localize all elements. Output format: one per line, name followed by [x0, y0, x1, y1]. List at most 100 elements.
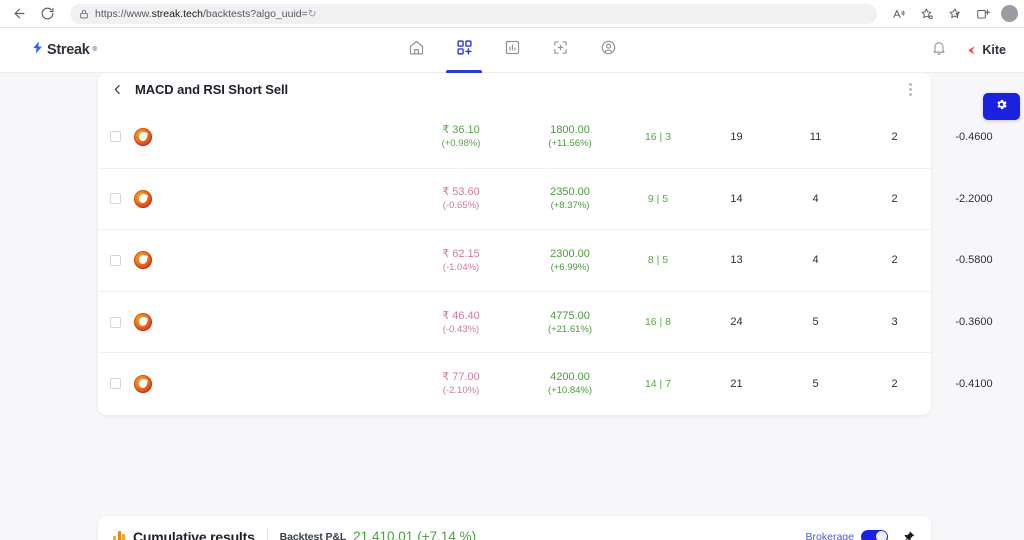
win-loss-cell: 9 | 5 — [619, 193, 697, 205]
pnl-cell: 4200.00 (+10.84%) — [521, 370, 619, 397]
streak-logo-text: Streak — [47, 42, 90, 58]
table-row[interactable]: ₹ 36.10 (+0.98%) 1800.00 (+11.56%) 16 | … — [98, 106, 931, 168]
table-row[interactable]: ₹ 62.15 (-1.04%) 2300.00 (+6.99%) 8 | 5 … — [98, 229, 931, 291]
max-dd-cell: -0.4100 — [934, 378, 1014, 390]
nav-item-create[interactable] — [440, 28, 488, 73]
max-dd-cell: -2.2000 — [934, 193, 1014, 205]
backtest-pnl-label: Backtest P&L — [280, 531, 347, 540]
pnl-cell: 1800.00 (+11.56%) — [521, 123, 619, 150]
price-cell: ₹ 62.15 (-1.04%) — [401, 247, 521, 274]
win-loss-cell: 14 | 7 — [619, 378, 697, 390]
page-body: MACD and RSI Short Sell ₹ 36.10 (+0.98%)… — [0, 73, 1024, 540]
grid-plus-icon — [456, 39, 473, 61]
bar-chart-icon — [113, 530, 125, 540]
table-row[interactable]: ₹ 46.40 (-0.43%) 4775.00 (+21.61%) 16 | … — [98, 291, 931, 353]
backtest-pnl-value: 21,410.01 — [353, 529, 413, 540]
read-aloud-icon[interactable] — [885, 3, 912, 25]
gear-icon — [995, 98, 1008, 116]
signals-cell: 14 — [697, 193, 776, 205]
app-header: Streak ® — [0, 28, 1024, 73]
nav-item-account[interactable] — [584, 28, 632, 73]
cumulative-title: Cumulative results — [133, 529, 255, 540]
cumulative-header-actions: Brokerage — [806, 530, 915, 540]
pnl-cell: 2350.00 (+8.37%) — [521, 185, 619, 212]
price-cell: ₹ 53.60 (-0.65%) — [401, 185, 521, 212]
backtest-results-card: MACD and RSI Short Sell ₹ 36.10 (+0.98%)… — [98, 73, 931, 415]
trademark-symbol: ® — [93, 47, 97, 53]
chevron-left-icon[interactable] — [111, 83, 124, 96]
nav-item-scan[interactable] — [536, 28, 584, 73]
collections-icon[interactable] — [941, 3, 968, 25]
scanner-plus-icon — [552, 39, 569, 61]
losses-cell: 2 — [855, 254, 934, 266]
table-row[interactable]: ₹ 77.00 (-2.10%) 4200.00 (+10.84%) 14 | … — [98, 352, 931, 414]
price-cell: ₹ 46.40 (-0.43%) — [401, 309, 521, 336]
back-arrow-icon[interactable] — [6, 3, 32, 25]
settings-fab[interactable] — [983, 93, 1020, 120]
bar-chart-icon — [504, 39, 521, 61]
icici-logo-icon — [134, 375, 152, 393]
address-bar-url: https://www.streak.tech/backtests?algo_u… — [95, 8, 317, 20]
icici-logo-icon — [134, 251, 152, 269]
page-title: MACD and RSI Short Sell — [135, 82, 288, 97]
broker-kite-button[interactable]: Kite — [964, 43, 1006, 57]
losses-cell: 3 — [855, 316, 934, 328]
signals-cell: 13 — [697, 254, 776, 266]
win-loss-cell: 8 | 5 — [619, 254, 697, 266]
divider — [267, 528, 268, 540]
pnl-cell: 4775.00 (+21.61%) — [521, 309, 619, 336]
reload-icon[interactable] — [34, 3, 60, 25]
wins-cell: 5 — [776, 378, 855, 390]
cumulative-header: Cumulative results Backtest P&L 21,410.0… — [98, 516, 931, 540]
signals-cell: 24 — [697, 316, 776, 328]
win-loss-cell: 16 | 3 — [619, 131, 697, 143]
icici-logo-icon — [134, 190, 152, 208]
icici-logo-icon — [134, 128, 152, 146]
kebab-menu-icon[interactable] — [906, 79, 915, 100]
cumulative-results-card: Cumulative results Backtest P&L 21,410.0… — [98, 516, 931, 540]
split-screen-icon[interactable] — [969, 3, 996, 25]
max-dd-cell: -0.4600 — [934, 131, 1014, 143]
row-checkbox[interactable] — [110, 193, 121, 204]
lock-icon — [79, 9, 89, 19]
max-dd-cell: -0.3600 — [934, 316, 1014, 328]
brokerage-toggle[interactable] — [861, 530, 888, 540]
row-checkbox[interactable] — [110, 317, 121, 328]
pin-icon[interactable] — [901, 530, 915, 540]
home-icon — [408, 39, 425, 61]
win-loss-cell: 16 | 8 — [619, 316, 697, 328]
broker-name: Kite — [982, 43, 1006, 57]
price-cell: ₹ 77.00 (-2.10%) — [401, 370, 521, 397]
address-bar[interactable]: https://www.streak.tech/backtests?algo_u… — [70, 4, 877, 24]
user-circle-icon — [600, 39, 617, 61]
wins-cell: 4 — [776, 193, 855, 205]
header-right-actions: Kite — [931, 40, 1006, 61]
losses-cell: 2 — [855, 378, 934, 390]
row-checkbox[interactable] — [110, 255, 121, 266]
row-checkbox[interactable] — [110, 131, 121, 142]
max-dd-cell: -0.5800 — [934, 254, 1014, 266]
row-checkbox[interactable] — [110, 378, 121, 389]
browser-toolbar: https://www.streak.tech/backtests?algo_u… — [0, 0, 1024, 28]
bell-icon[interactable] — [931, 40, 947, 61]
add-favorite-icon[interactable] — [913, 3, 940, 25]
nav-item-analytics[interactable] — [488, 28, 536, 73]
losses-cell: 2 — [855, 193, 934, 205]
icici-logo-icon — [134, 313, 152, 331]
nav-item-home[interactable] — [392, 28, 440, 73]
results-table: ₹ 36.10 (+0.98%) 1800.00 (+11.56%) 16 | … — [98, 106, 931, 414]
lightning-bolt-icon — [31, 40, 44, 60]
kite-logo-icon — [964, 44, 977, 57]
price-cell: ₹ 36.10 (+0.98%) — [401, 123, 521, 150]
main-navigation — [392, 28, 632, 73]
wins-cell: 5 — [776, 316, 855, 328]
results-card-header: MACD and RSI Short Sell — [98, 73, 931, 106]
table-row[interactable]: ₹ 53.60 (-0.65%) 2350.00 (+8.37%) 9 | 5 … — [98, 168, 931, 230]
signals-cell: 21 — [697, 378, 776, 390]
browser-actions — [885, 3, 1018, 25]
brokerage-toggle-group[interactable]: Brokerage — [806, 530, 888, 540]
profile-avatar[interactable] — [1001, 5, 1018, 22]
wins-cell: 4 — [776, 254, 855, 266]
wins-cell: 11 — [776, 131, 855, 143]
streak-logo[interactable]: Streak ® — [31, 40, 97, 60]
